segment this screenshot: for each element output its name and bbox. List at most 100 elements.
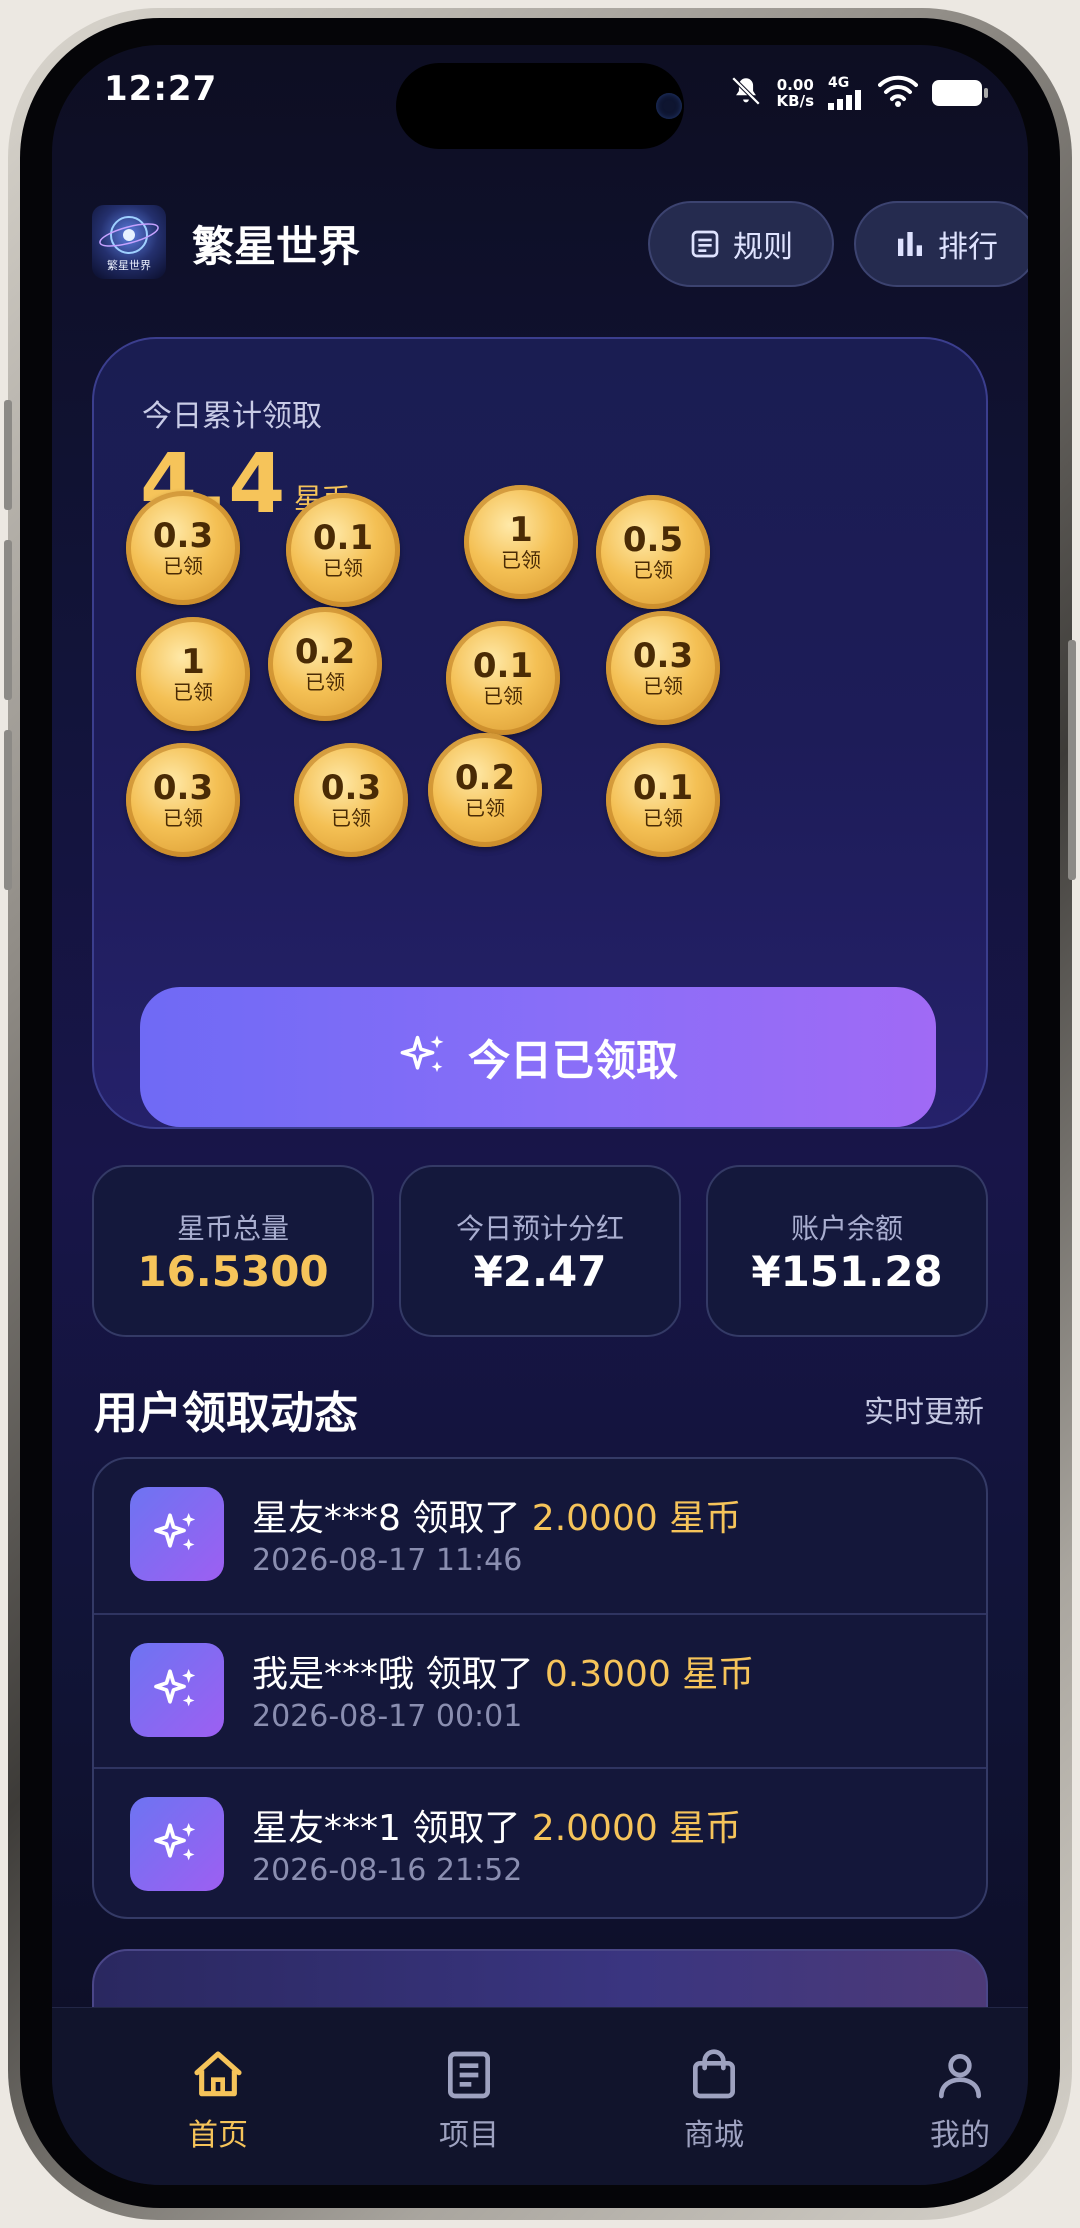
coin-status: 已领 <box>323 556 363 580</box>
coin-bubble[interactable]: 0.2 已领 <box>428 733 542 847</box>
coin-status: 已领 <box>163 554 203 578</box>
coin-bubble[interactable]: 1 已领 <box>136 617 250 731</box>
side-button <box>4 540 12 700</box>
app-logo: 繁星世界 <box>92 205 166 279</box>
coin-bubble[interactable]: 0.3 已领 <box>294 743 408 857</box>
activity-user-text: 我是***哦 领取了 <box>252 1654 545 1695</box>
coin-value: 0.5 <box>622 520 684 560</box>
coin-status: 已领 <box>163 806 203 830</box>
side-button <box>1068 640 1076 880</box>
coin-status: 已领 <box>331 806 371 830</box>
claimed-today-label: 今日已领取 <box>467 1035 678 1085</box>
list-item: 星友***1 领取了 2.0000 星币 2026-08-16 21:52 <box>94 1767 986 1917</box>
coin-value: 0.2 <box>454 758 516 798</box>
sparkles-icon <box>130 1487 224 1581</box>
network-generation: 4G <box>828 75 850 91</box>
stat-value: 16.5300 <box>137 1247 329 1296</box>
stat-card-balance: 账户余额 ¥151.28 <box>706 1165 988 1337</box>
activity-amount: 2.0000 星币 <box>531 1808 742 1849</box>
tab-label: 项目 <box>439 2118 499 2153</box>
activity-user-text: 星友***1 领取了 <box>252 1808 532 1849</box>
coin-value: 0.3 <box>632 636 694 676</box>
coin-bubble[interactable]: 1 已领 <box>464 485 578 599</box>
coin-bubble[interactable]: 0.3 已领 <box>126 491 240 605</box>
app-title: 繁星世界 <box>192 222 361 271</box>
activity-time: 2026-08-16 21:52 <box>252 1853 523 1888</box>
tab-mall[interactable]: 商城 <box>634 2046 794 2154</box>
app-header: 繁星世界 繁星世界 规则 排行 <box>92 201 1028 291</box>
activity-text: 星友***1 领取了 2.0000 星币 <box>252 1799 741 1851</box>
coin-status: 已领 <box>501 548 541 572</box>
list-item: 星友***8 领取了 2.0000 星币 2026-08-17 11:46 <box>94 1459 986 1613</box>
coin-bubble[interactable]: 0.5 已领 <box>596 495 710 609</box>
document-list-icon <box>691 230 719 258</box>
coin-bubble[interactable]: 0.1 已领 <box>446 621 560 735</box>
claim-total-label: 今日累计领取 <box>142 399 322 434</box>
coin-status: 已领 <box>633 558 673 582</box>
tab-profile[interactable]: 我的 <box>880 2046 1028 2154</box>
stat-card-dividend: 今日预计分红 ¥2.47 <box>399 1165 681 1337</box>
shopping-bag-icon <box>634 2046 794 2104</box>
coin-status: 已领 <box>643 806 683 830</box>
network-speed-unit: KB/s <box>776 92 814 110</box>
sparkles-icon <box>130 1643 224 1737</box>
coin-value: 1 <box>509 510 533 550</box>
rules-button[interactable]: 规则 <box>648 201 834 287</box>
claimed-today-button[interactable]: 今日已领取 <box>140 987 936 1127</box>
activity-user-text: 星友***8 领取了 <box>252 1498 532 1539</box>
wifi-icon <box>878 75 918 111</box>
sparkles-icon <box>130 1797 224 1891</box>
coin-status: 已领 <box>305 670 345 694</box>
coin-status: 已领 <box>465 796 505 820</box>
ranking-button[interactable]: 排行 <box>854 201 1028 287</box>
coin-value: 0.3 <box>152 768 214 808</box>
coin-value: 0.1 <box>312 518 374 558</box>
tab-label: 首页 <box>188 2118 248 2153</box>
activity-list: 星友***8 领取了 2.0000 星币 2026-08-17 11:46 我是… <box>92 1457 988 1919</box>
activity-live-hint: 实时更新 <box>864 1395 984 1430</box>
sparkles-icon <box>400 1035 444 1073</box>
coin-bubble[interactable]: 0.1 已领 <box>286 493 400 607</box>
dynamic-island <box>396 63 684 149</box>
bottom-tab-bar: 首页 项目 商城 我的 <box>52 2007 1028 2185</box>
side-button <box>4 400 12 510</box>
tab-label: 我的 <box>930 2118 990 2153</box>
stat-label: 星币总量 <box>176 1212 289 1245</box>
side-button <box>4 730 12 890</box>
list-item: 我是***哦 领取了 0.3000 星币 2026-08-17 00:01 <box>94 1613 986 1769</box>
ranking-label: 排行 <box>938 230 998 265</box>
rules-label: 规则 <box>733 230 793 265</box>
coin-bubble[interactable]: 0.3 已领 <box>126 743 240 857</box>
status-time: 12:27 <box>104 69 218 109</box>
mute-bell-icon <box>729 74 763 112</box>
activity-amount: 2.0000 星币 <box>531 1498 742 1539</box>
bar-chart-icon <box>898 232 922 256</box>
coin-value: 0.2 <box>294 632 356 672</box>
coin-bubble[interactable]: 0.1 已领 <box>606 743 720 857</box>
activity-time: 2026-08-17 00:01 <box>252 1699 523 1734</box>
activity-text: 星友***8 领取了 2.0000 星币 <box>252 1489 741 1541</box>
coin-value: 0.3 <box>320 768 382 808</box>
status-icons: 0.00 KB/s 4G <box>729 73 988 113</box>
home-icon <box>138 2046 298 2104</box>
stat-label: 账户余额 <box>790 1212 903 1245</box>
network-speed: 0.00 KB/s <box>777 77 814 109</box>
activity-time: 2026-08-17 11:46 <box>252 1543 523 1578</box>
logo-text: 繁星世界 <box>107 259 151 272</box>
user-icon <box>880 2046 1028 2104</box>
coin-bubble[interactable]: 0.2 已领 <box>268 607 382 721</box>
coin-value: 0.3 <box>152 516 214 556</box>
tab-home[interactable]: 首页 <box>138 2046 298 2154</box>
signal-bars-icon <box>828 90 861 110</box>
coin-value: 1 <box>181 642 205 682</box>
activity-text: 我是***哦 领取了 0.3000 星币 <box>252 1645 754 1697</box>
coin-bubble[interactable]: 0.3 已领 <box>606 611 720 725</box>
activity-section-title: 用户领取动态 <box>94 1388 358 1439</box>
document-icon <box>389 2046 549 2104</box>
network-speed-value: 0.00 <box>776 76 814 94</box>
battery-icon <box>932 80 988 106</box>
stat-card-total-coins: 星币总量 16.5300 <box>92 1165 374 1337</box>
stat-value: ¥2.47 <box>473 1247 607 1296</box>
status-bar: 12:27 0.00 KB/s 4G <box>52 45 1028 149</box>
tab-projects[interactable]: 项目 <box>389 2046 549 2154</box>
